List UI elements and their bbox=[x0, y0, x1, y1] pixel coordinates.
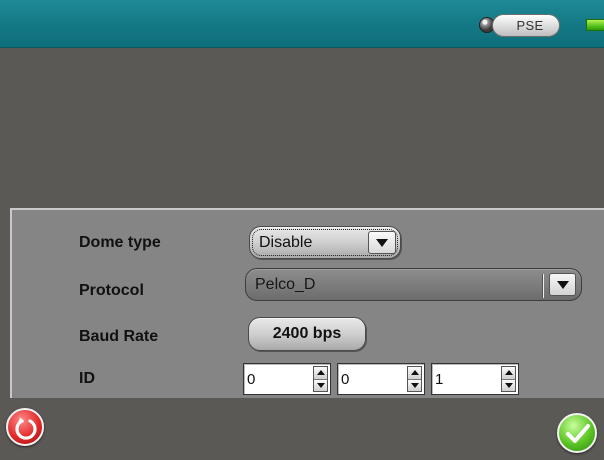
decrement-button[interactable] bbox=[314, 379, 327, 391]
checkmark-icon bbox=[566, 424, 590, 443]
pse-button[interactable]: PSE bbox=[492, 14, 560, 37]
dropdown-arrow-icon bbox=[556, 280, 569, 289]
id-value-2: 0 bbox=[341, 371, 350, 388]
arrow-up-icon bbox=[410, 370, 419, 376]
id-stepper-2 bbox=[407, 366, 422, 392]
id-spinner-1[interactable]: 0 bbox=[243, 363, 331, 395]
id-label: ID bbox=[79, 370, 95, 387]
id-value-3: 1 bbox=[435, 371, 444, 388]
reset-icon bbox=[15, 417, 37, 440]
dome-type-select[interactable]: Disable bbox=[249, 226, 401, 259]
dome-type-dropdown-button[interactable] bbox=[368, 231, 396, 254]
battery-icon bbox=[586, 19, 604, 31]
increment-button[interactable] bbox=[314, 367, 327, 380]
protocol-select[interactable]: Pelco_D bbox=[245, 268, 582, 301]
dropdown-arrow-icon bbox=[376, 238, 388, 247]
increment-button[interactable] bbox=[502, 367, 515, 380]
protocol-value: Pelco_D bbox=[255, 275, 316, 293]
baud-rate-button[interactable]: 2400 bps bbox=[248, 317, 366, 351]
arrow-up-icon bbox=[316, 370, 325, 376]
protocol-label: Protocol bbox=[79, 282, 144, 299]
screen: PSE Dome type Disable Protocol Pelco_D B… bbox=[0, 0, 604, 460]
dome-settings-panel: Dome type Disable Protocol Pelco_D Baud … bbox=[10, 208, 604, 398]
arrow-down-icon bbox=[316, 382, 325, 388]
status-bar: PSE bbox=[0, 0, 604, 48]
reset-button[interactable] bbox=[6, 408, 44, 446]
id-spinner-2[interactable]: 0 bbox=[337, 363, 425, 395]
bottom-bar bbox=[0, 398, 604, 460]
dome-type-value: Disable bbox=[259, 233, 313, 251]
dome-type-label: Dome type bbox=[79, 234, 161, 251]
confirm-button[interactable] bbox=[557, 413, 597, 453]
decrement-button[interactable] bbox=[502, 379, 515, 391]
baud-rate-label: Baud Rate bbox=[79, 328, 159, 345]
id-stepper-1 bbox=[313, 366, 328, 392]
increment-button[interactable] bbox=[408, 367, 421, 380]
protocol-dropdown-button[interactable] bbox=[549, 273, 576, 296]
arrow-down-icon bbox=[410, 382, 419, 388]
id-spinner-3[interactable]: 1 bbox=[431, 363, 519, 395]
protocol-select-divider bbox=[542, 274, 544, 298]
id-stepper-3 bbox=[501, 366, 516, 392]
video-preview-area bbox=[0, 49, 604, 206]
decrement-button[interactable] bbox=[408, 379, 421, 391]
arrow-down-icon bbox=[504, 382, 513, 388]
id-value-1: 0 bbox=[247, 371, 256, 388]
arrow-up-icon bbox=[504, 370, 513, 376]
